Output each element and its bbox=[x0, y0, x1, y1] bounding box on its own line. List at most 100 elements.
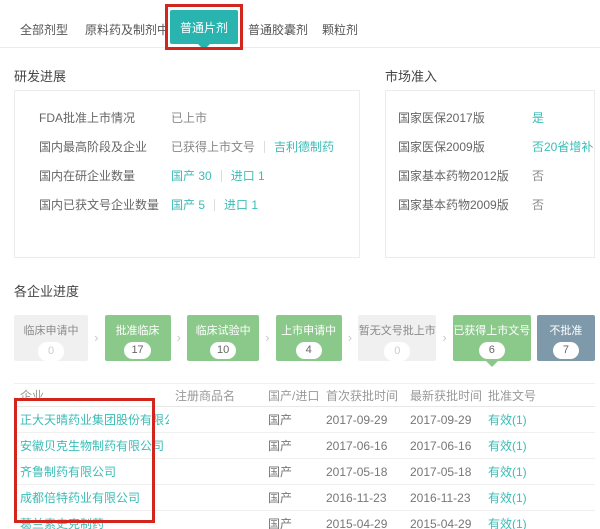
market-row-value: 否20省增补 bbox=[532, 138, 593, 155]
company-link[interactable]: 正大天晴药业集团股份有限公司 bbox=[14, 411, 169, 428]
market-row-label: 国家基本药物2012版 bbox=[398, 167, 532, 184]
stage-count-badge: 0 bbox=[384, 342, 410, 361]
arrow-right-icon: › bbox=[265, 330, 269, 345]
stage-label: 已获得上市文号 bbox=[453, 322, 531, 338]
rd-row-label: 国内在研企业数量 bbox=[39, 167, 171, 184]
table-row: 安徽贝克生物制药有限公司 国产 2017-06-16 2017-06-16 有效… bbox=[14, 433, 595, 459]
market-row-label: 国家医保2009版 bbox=[398, 138, 532, 155]
market-row-value: 是 bbox=[532, 109, 544, 126]
active-tab-pointer-icon bbox=[198, 44, 210, 50]
companies-table: 企业 注册商品名 国产/进口 首次获批时间 最新获批时间 批准文号 正大天晴药业… bbox=[14, 383, 595, 529]
header-first-approval-date: 首次获批时间 bbox=[320, 387, 404, 404]
company-progress-title: 各企业进度 bbox=[14, 281, 79, 300]
stage-label: 临床申请中 bbox=[14, 322, 88, 338]
tab-all-dosage-forms[interactable]: 全部剂型 bbox=[20, 21, 68, 38]
approval-number-link[interactable]: 有效(1) bbox=[482, 489, 595, 506]
first-approval-cell: 2016-11-23 bbox=[320, 491, 404, 505]
dosage-form-tabbar: 全部剂型 原料药及制剂中间体 普通片剂 普通胶囊剂 颗粒剂 bbox=[0, 0, 600, 48]
domestic-count-link[interactable]: 国产 5 bbox=[171, 196, 205, 213]
origin-cell: 国产 bbox=[262, 489, 320, 506]
rd-row-licensed-count: 国内已获文号企业数量 国产 5 进口 1 bbox=[15, 190, 359, 219]
stage-approved-no-license[interactable]: 暂无文号批上市 0 bbox=[358, 315, 436, 361]
stage-count-badge: 6 bbox=[479, 342, 505, 359]
rd-progress-card: FDA批准上市情况 已上市 国内最高阶段及企业 已获得上市文号 吉利德制药 国内… bbox=[14, 90, 360, 258]
market-row-essential-2009: 国家基本药物2009版 否 bbox=[386, 190, 594, 219]
tab-plain-capsule[interactable]: 普通胶囊剂 bbox=[248, 21, 308, 38]
rd-row-label: FDA批准上市情况 bbox=[39, 109, 171, 126]
approval-number-link[interactable]: 有效(1) bbox=[482, 463, 595, 480]
stage-clinical-trial[interactable]: 临床试验中 10 bbox=[187, 315, 259, 361]
company-link[interactable]: 葛兰素史克制药 bbox=[14, 515, 169, 529]
stage-count-badge: 4 bbox=[296, 342, 322, 359]
header-company: 企业 bbox=[14, 387, 169, 404]
stage-clinical-application[interactable]: 临床申请中 0 bbox=[14, 315, 88, 361]
rd-row-fda: FDA批准上市情况 已上市 bbox=[15, 103, 359, 132]
table-row: 成都倍特药业有限公司 国产 2016-11-23 2016-11-23 有效(1… bbox=[14, 485, 595, 511]
tab-plain-tablet-active[interactable]: 普通片剂 bbox=[170, 10, 238, 44]
domestic-count-link[interactable]: 国产 30 bbox=[171, 167, 212, 184]
company-link[interactable]: 齐鲁制药有限公司 bbox=[14, 463, 169, 480]
rd-row-value: 已获得上市文号 bbox=[171, 138, 255, 155]
drug-detail-page: 全部剂型 原料药及制剂中间体 普通片剂 普通胶囊剂 颗粒剂 研发进展 市场准入 … bbox=[0, 0, 600, 529]
stage-clinical-approved[interactable]: 批准临床 17 bbox=[105, 315, 171, 361]
latest-approval-cell: 2015-04-29 bbox=[404, 517, 482, 529]
rd-row-label: 国内已获文号企业数量 bbox=[39, 196, 171, 213]
table-header-row: 企业 注册商品名 国产/进口 首次获批时间 最新获批时间 批准文号 bbox=[14, 383, 595, 407]
table-row: 葛兰素史克制药 国产 2015-04-29 2015-04-29 有效(1) bbox=[14, 511, 595, 529]
divider bbox=[264, 141, 265, 153]
company-link[interactable]: 成都倍特药业有限公司 bbox=[14, 489, 169, 506]
market-access-card: 国家医保2017版 是 国家医保2009版 否20省增补 国家基本药物2012版… bbox=[385, 90, 595, 258]
arrow-right-icon: › bbox=[177, 330, 181, 345]
origin-cell: 国产 bbox=[262, 515, 320, 529]
first-approval-cell: 2017-09-29 bbox=[320, 413, 404, 427]
header-approval-number: 批准文号 bbox=[482, 387, 595, 404]
latest-approval-cell: 2017-09-29 bbox=[404, 413, 482, 427]
arrow-right-icon: › bbox=[94, 330, 98, 345]
approval-number-link[interactable]: 有效(1) bbox=[482, 437, 595, 454]
stage-license-obtained-selected[interactable]: 已获得上市文号 6 bbox=[453, 315, 531, 361]
origin-cell: 国产 bbox=[262, 411, 320, 428]
stage-count-badge: 17 bbox=[124, 342, 150, 359]
stage-count-badge: 10 bbox=[210, 342, 236, 359]
divider bbox=[214, 199, 215, 211]
approval-number-link[interactable]: 有效(1) bbox=[482, 411, 595, 428]
table-row: 齐鲁制药有限公司 国产 2017-05-18 2017-05-18 有效(1) bbox=[14, 459, 595, 485]
market-row-label: 国家医保2017版 bbox=[398, 109, 532, 126]
tab-granule[interactable]: 颗粒剂 bbox=[322, 21, 358, 38]
rd-row-label: 国内最高阶段及企业 bbox=[39, 138, 171, 155]
market-row-medicare-2009: 国家医保2009版 否20省增补 bbox=[386, 132, 594, 161]
origin-cell: 国产 bbox=[262, 437, 320, 454]
market-row-label: 国家基本药物2009版 bbox=[398, 196, 532, 213]
approval-number-link[interactable]: 有效(1) bbox=[482, 515, 595, 529]
stage-market-application[interactable]: 上市申请中 4 bbox=[276, 315, 342, 361]
header-latest-approval-date: 最新获批时间 bbox=[404, 387, 482, 404]
latest-approval-cell: 2017-06-16 bbox=[404, 439, 482, 453]
stage-label: 暂无文号批上市 bbox=[358, 322, 436, 338]
imported-count-link[interactable]: 进口 1 bbox=[224, 196, 258, 213]
stage-not-approved[interactable]: 不批准 7 bbox=[537, 315, 595, 361]
company-link[interactable]: 安徽贝克生物制药有限公司 bbox=[14, 437, 169, 454]
rd-row-value: 已上市 bbox=[171, 109, 207, 126]
table-row: 正大天晴药业集团股份有限公司 国产 2017-09-29 2017-09-29 … bbox=[14, 407, 595, 433]
header-brand-name: 注册商品名 bbox=[169, 387, 262, 404]
company-link-gilead[interactable]: 吉利德制药 bbox=[274, 138, 334, 155]
stage-label: 不批准 bbox=[537, 322, 595, 338]
first-approval-cell: 2017-05-18 bbox=[320, 465, 404, 479]
stage-count-badge: 7 bbox=[553, 342, 579, 359]
rd-row-highest-stage: 国内最高阶段及企业 已获得上市文号 吉利德制药 bbox=[15, 132, 359, 161]
rd-progress-title: 研发进展 bbox=[14, 66, 66, 85]
market-row-essential-2012: 国家基本药物2012版 否 bbox=[386, 161, 594, 190]
stage-label: 临床试验中 bbox=[187, 322, 259, 338]
imported-count-link[interactable]: 进口 1 bbox=[231, 167, 265, 184]
stage-label: 上市申请中 bbox=[276, 322, 342, 338]
progress-stage-flow: 临床申请中 0 › 批准临床 17 › 临床试验中 10 › 上市申请中 4 ›… bbox=[14, 315, 595, 361]
stage-count-badge: 0 bbox=[38, 342, 64, 361]
latest-approval-cell: 2016-11-23 bbox=[404, 491, 482, 505]
arrow-right-icon: › bbox=[348, 330, 352, 345]
rd-row-in-research-count: 国内在研企业数量 国产 30 进口 1 bbox=[15, 161, 359, 190]
latest-approval-cell: 2017-05-18 bbox=[404, 465, 482, 479]
origin-cell: 国产 bbox=[262, 463, 320, 480]
market-row-value: 否 bbox=[532, 196, 544, 213]
first-approval-cell: 2015-04-29 bbox=[320, 517, 404, 529]
market-access-title: 市场准入 bbox=[385, 66, 437, 85]
